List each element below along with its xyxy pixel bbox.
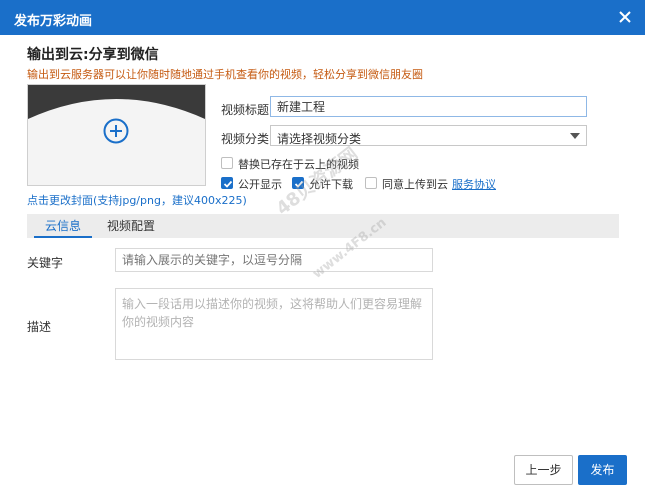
public-checkbox[interactable] <box>221 177 233 189</box>
agree-checkbox[interactable] <box>365 177 377 189</box>
description-label: 描述 <box>27 320 52 334</box>
window-title: 发布万彩动画 <box>14 14 93 29</box>
title-bar: 发布万彩动画 <box>0 0 645 35</box>
tab-cloud-info[interactable]: 云信息 <box>34 214 92 238</box>
cover-image[interactable] <box>27 84 206 186</box>
change-cover-link[interactable]: 点击更改封面(支持jpg/png，建议400x225) <box>27 192 247 208</box>
download-label: 允许下载 <box>309 178 353 191</box>
agree-label: 同意上传到云 <box>382 178 448 191</box>
page-subtitle: 输出到云服务器可以让你随时随地通过手机查看你的视频，轻松分享到微信朋友圈 <box>27 68 423 81</box>
tab-bar: 云信息 视频配置 <box>27 214 619 238</box>
keywords-input[interactable] <box>115 248 433 272</box>
video-title-label: 视频标题: <box>221 103 274 117</box>
service-agreement-link[interactable]: 服务协议 <box>452 176 496 192</box>
replace-label: 替换已存在于云上的视频 <box>238 158 359 171</box>
video-category-select[interactable]: 请选择视频分类 <box>270 125 587 146</box>
video-title-input[interactable] <box>270 96 587 117</box>
description-textarea[interactable]: 输入一段话用以描述你的视频，这将帮助人们更容易理解你的视频内容 <box>115 288 433 360</box>
prev-button[interactable]: 上一步 <box>514 455 573 485</box>
download-checkbox[interactable] <box>292 177 304 189</box>
page-title: 输出到云:分享到微信 <box>27 47 159 63</box>
publish-button[interactable]: 发布 <box>578 455 627 485</box>
public-label: 公开显示 <box>238 178 282 191</box>
close-icon[interactable] <box>615 7 635 27</box>
replace-checkbox[interactable] <box>221 157 233 169</box>
chevron-down-icon[interactable] <box>564 126 586 145</box>
keywords-label: 关键字 <box>27 256 64 270</box>
add-cover-icon[interactable] <box>103 118 129 144</box>
video-category-value: 请选择视频分类 <box>277 132 362 146</box>
video-category-label: 视频分类: <box>221 132 274 146</box>
tab-video-config[interactable]: 视频配置 <box>102 214 160 238</box>
